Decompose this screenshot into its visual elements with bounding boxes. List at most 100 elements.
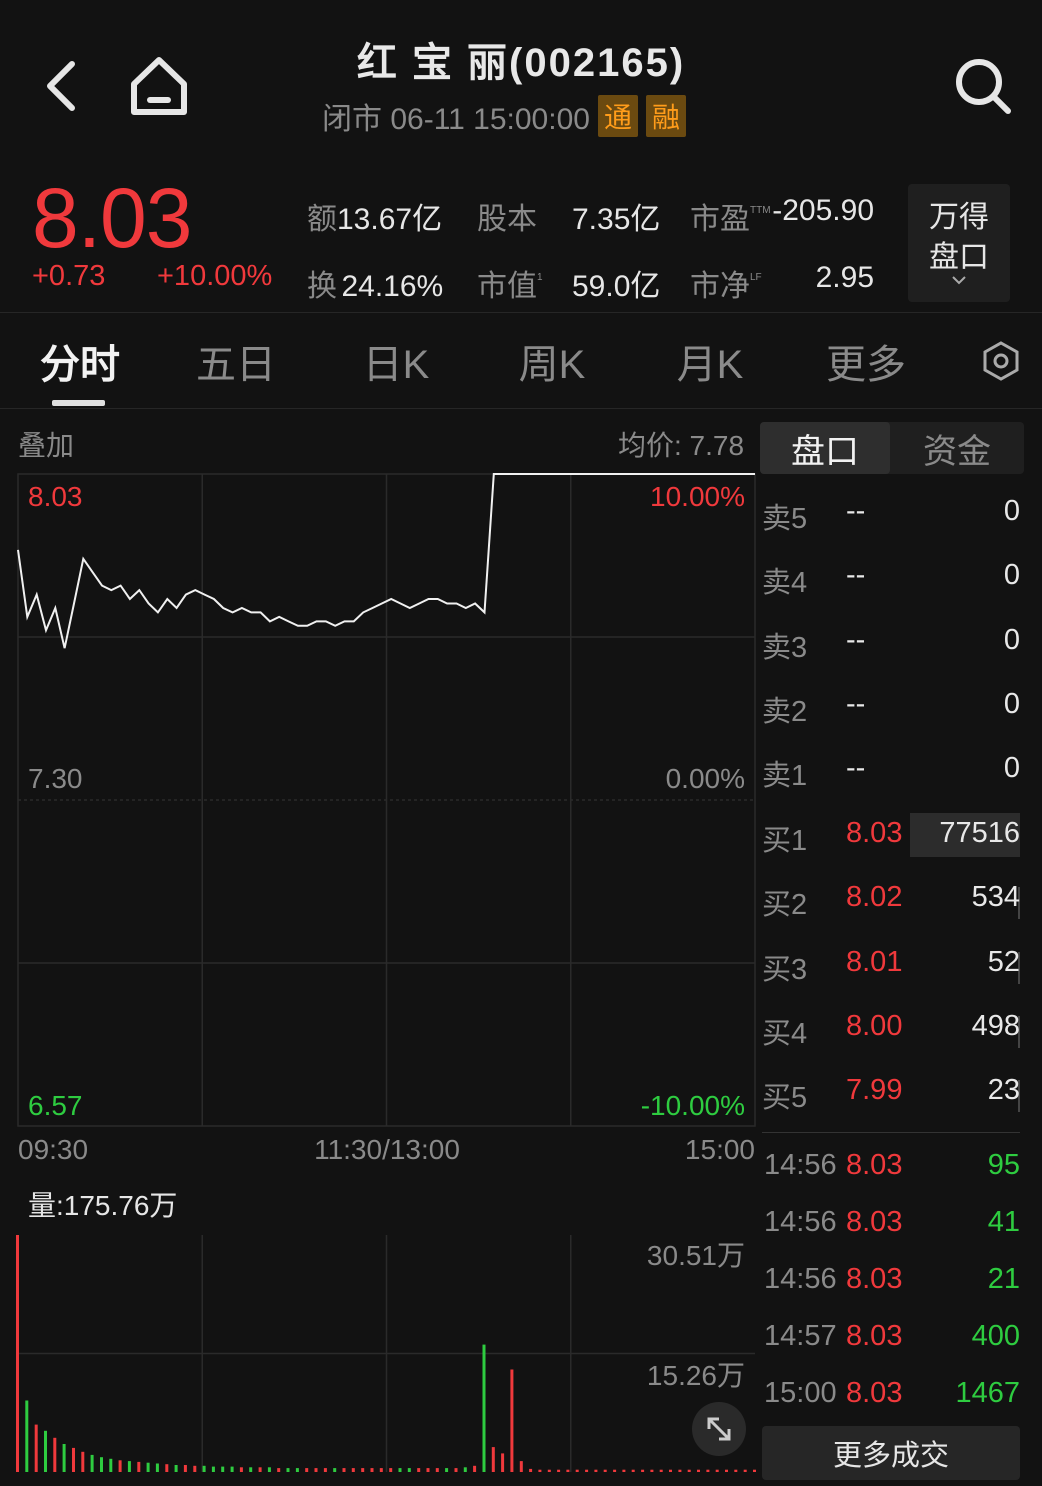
- expand-icon: [707, 1417, 731, 1441]
- search-button[interactable]: [952, 54, 1014, 118]
- trade-row: 14:56 8.03 41: [764, 1206, 1020, 1246]
- bid-row: 买3 8.01 52: [762, 946, 1020, 986]
- stock-title: 红 宝 丽(002165): [356, 41, 686, 85]
- volume-bar: [585, 1469, 589, 1472]
- ask-price: --: [846, 495, 866, 527]
- stat-pe: 市盈TTM: [690, 194, 771, 238]
- volume-bar: [202, 1465, 206, 1472]
- tab-indicator: [52, 400, 105, 406]
- volume-bar: [72, 1447, 75, 1472]
- volume-bar: [342, 1468, 346, 1472]
- trade-price: 8.03: [846, 1263, 903, 1295]
- tong-badge[interactable]: 通: [597, 95, 638, 137]
- volume-bar: [594, 1469, 598, 1472]
- settings-hexagon-icon: [983, 341, 1019, 381]
- volume-bar: [725, 1469, 728, 1472]
- tab-daily-k[interactable]: 日K: [358, 332, 434, 390]
- ask-label: 卖4: [762, 567, 808, 599]
- trade-price: 8.03: [846, 1377, 903, 1409]
- volume-bar: [454, 1468, 458, 1472]
- volume-bar: [473, 1465, 477, 1472]
- divider: [762, 1132, 1020, 1133]
- ask-label: 卖3: [762, 632, 808, 664]
- volume-bar: [230, 1466, 234, 1472]
- volume-bar: [491, 1447, 495, 1472]
- chart-settings-button[interactable]: [980, 340, 1022, 382]
- price-change-pct: +10.00%: [157, 260, 273, 292]
- fullscreen-button[interactable]: [692, 1402, 746, 1456]
- wind-orderbook-button[interactable]: 万得 盘口: [908, 184, 1010, 302]
- overlay-button[interactable]: 叠加: [18, 424, 74, 464]
- tab-monthly-k[interactable]: 月K: [672, 332, 748, 390]
- trade-volume: 400: [971, 1320, 1020, 1352]
- stat-turnover: 换 24.16%: [307, 261, 443, 305]
- volume-bar: [174, 1465, 178, 1472]
- volume-bar: [753, 1469, 756, 1472]
- tab-more[interactable]: 更多: [822, 332, 910, 390]
- volume-bar: [687, 1469, 691, 1472]
- volume-bar: [389, 1468, 393, 1472]
- stat-value: 7.35亿: [572, 203, 661, 236]
- volume-bar: [519, 1461, 523, 1472]
- volume-bar: [435, 1468, 439, 1472]
- volume-bar: [734, 1469, 738, 1472]
- tab-capital-flow[interactable]: 资金: [892, 422, 1022, 474]
- tab-orderbook[interactable]: 盘口: [760, 422, 890, 474]
- volume-bar: [538, 1469, 542, 1472]
- ask-label: 卖1: [762, 760, 808, 792]
- volume-bar: [118, 1460, 122, 1472]
- wind-button-line1: 万得: [929, 201, 989, 234]
- volume-bar: [137, 1461, 141, 1472]
- volume-bar: [603, 1469, 607, 1472]
- wind-button-line2: 盘口: [929, 241, 989, 274]
- volume-grid: [18, 1235, 755, 1472]
- ask-row: 卖2 -- 0: [762, 688, 1020, 728]
- time-mid: 11:30/13:00: [314, 1134, 460, 1165]
- volume-bar: [127, 1461, 131, 1472]
- trade-time: 14:56: [764, 1206, 837, 1238]
- trade-row: 14:56 8.03 95: [764, 1149, 1020, 1189]
- trade-time: 14:56: [764, 1263, 837, 1295]
- more-trades-button[interactable]: 更多成交: [762, 1426, 1020, 1480]
- bid-row: 买2 8.02 534: [762, 881, 1020, 921]
- volume-bar: [650, 1469, 654, 1472]
- volume-bar: [407, 1468, 411, 1472]
- rong-badge[interactable]: 融: [645, 95, 686, 137]
- intraday-chart[interactable]: 8.03 7.30 6.57 10.00% 0.00% -10.00% 09:3…: [0, 460, 760, 1486]
- bid-price: 8.03: [846, 817, 903, 849]
- volume-bar: [659, 1469, 663, 1472]
- ask-row: 卖3 -- 0: [762, 624, 1020, 664]
- chart-grid: [17, 473, 756, 1127]
- stat-label: 股本: [477, 203, 537, 236]
- bid-price: 8.01: [846, 946, 903, 978]
- volume-bar: [100, 1457, 103, 1472]
- last-price: 8.03: [32, 171, 192, 265]
- axis-pct-high: 10.00%: [650, 481, 745, 512]
- trade-price: 8.03: [846, 1149, 903, 1181]
- volume-bar: [305, 1468, 309, 1472]
- bid-label: 买2: [762, 889, 808, 921]
- stat-label: 市盈: [690, 203, 750, 236]
- volume-bar: [566, 1469, 570, 1472]
- volume-bar: [286, 1468, 290, 1472]
- ask-row: 卖1 -- 0: [762, 752, 1020, 792]
- volume-bar: [445, 1468, 449, 1472]
- stat-value: 2.95: [815, 261, 874, 294]
- stat-pb: 市净LF: [690, 261, 762, 305]
- time-start: 09:30: [18, 1134, 88, 1165]
- volume-bar: [34, 1424, 38, 1472]
- bid-price: 8.00: [846, 1010, 903, 1042]
- trade-row: 14:57 8.03 400: [764, 1320, 1020, 1360]
- volume-bar: [323, 1468, 327, 1472]
- volume-bar: [249, 1467, 253, 1472]
- bid-volume: 498: [971, 1010, 1020, 1042]
- tab-intraday[interactable]: 分时: [36, 332, 124, 390]
- volume-bar: [529, 1468, 533, 1472]
- vol-axis-mid: 15.26万: [647, 1360, 745, 1391]
- bid-row: 买4 8.00 498: [762, 1010, 1020, 1050]
- stat-amount: 额13.67亿: [307, 194, 442, 238]
- axis-pct-low: -10.00%: [641, 1090, 745, 1121]
- volume-bar: [426, 1468, 430, 1472]
- tab-weekly-k[interactable]: 周K: [514, 332, 590, 390]
- tab-five-day[interactable]: 五日: [192, 332, 280, 390]
